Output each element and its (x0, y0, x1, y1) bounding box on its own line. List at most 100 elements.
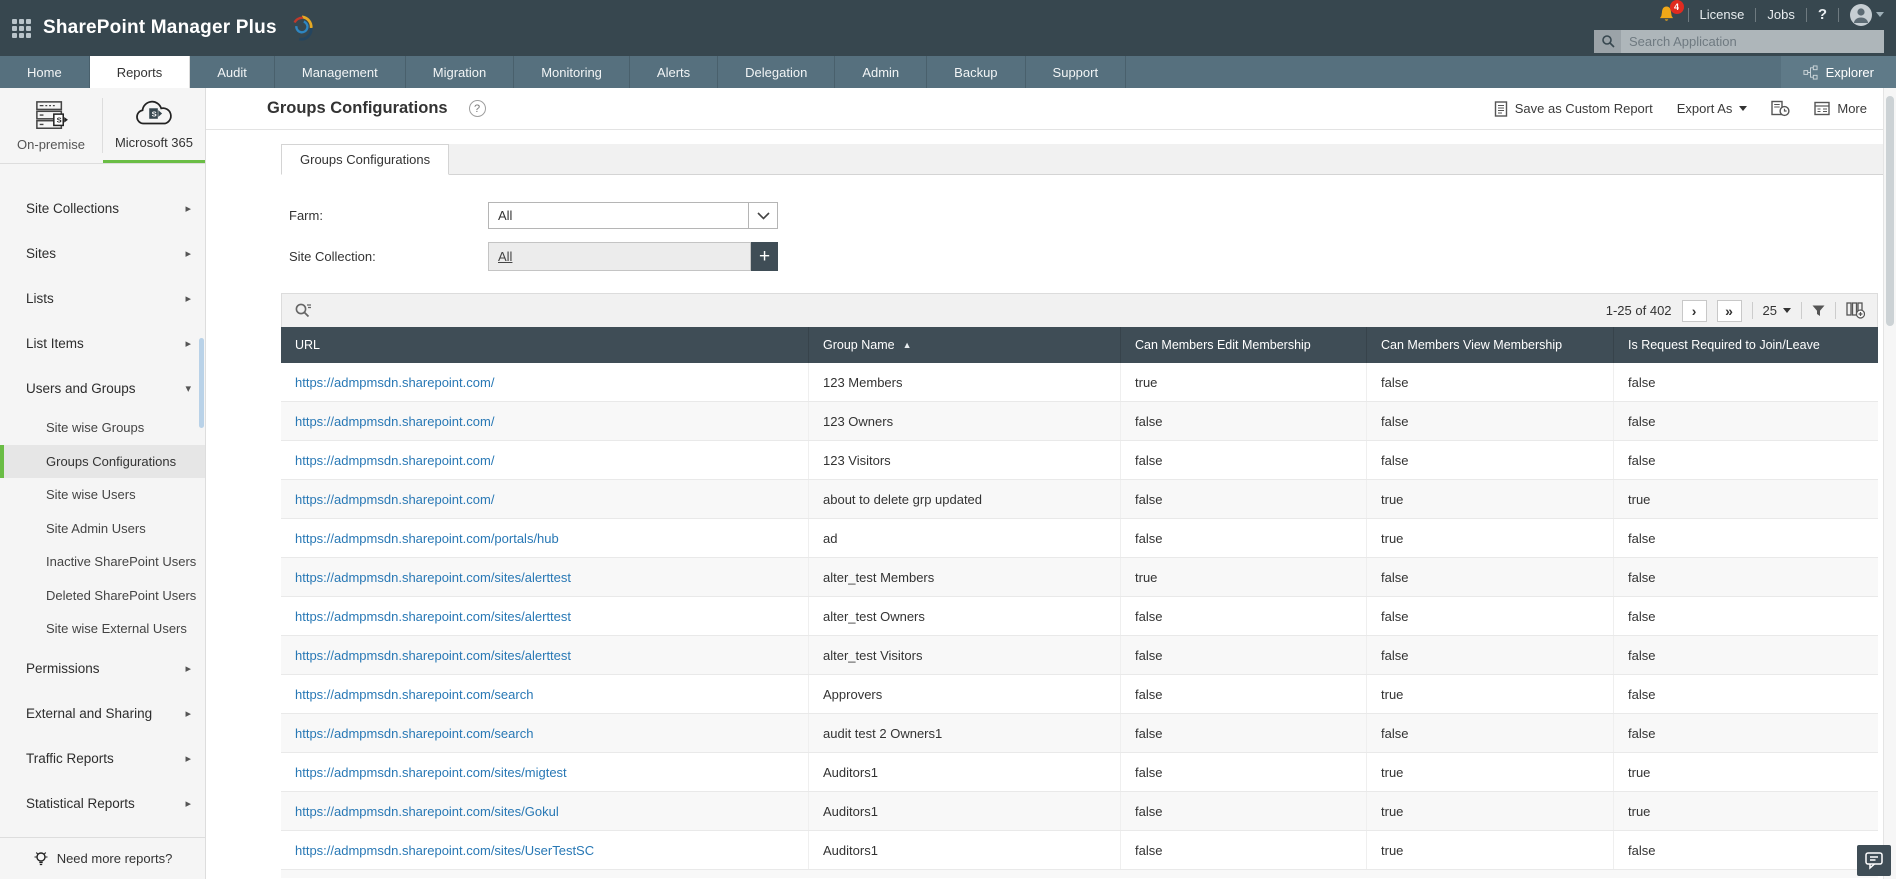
url-cell: https://admpmsdn.sharepoint.com/ (281, 441, 808, 479)
url-link[interactable]: https://admpmsdn.sharepoint.com/sites/mi… (295, 765, 567, 780)
url-link[interactable]: https://admpmsdn.sharepoint.com/portals/… (295, 531, 559, 546)
chat-bubble-icon (1865, 852, 1883, 870)
sidebar-item-statistical-reports[interactable]: Statistical Reports ▸ (0, 781, 205, 826)
column-header-can-members-edit-membership[interactable]: Can Members Edit Membership (1120, 327, 1366, 363)
url-link[interactable]: https://admpmsdn.sharepoint.com/sites/al… (295, 648, 571, 663)
env-microsoft-365[interactable]: S Microsoft 365 (103, 88, 205, 163)
url-link[interactable]: https://admpmsdn.sharepoint.com/ (295, 453, 494, 468)
sidebar-item-external-and-sharing[interactable]: External and Sharing ▸ (0, 691, 205, 736)
help-link[interactable]: ? (1818, 6, 1827, 23)
sidebar-scrollbar[interactable] (199, 338, 204, 428)
tab-audit[interactable]: Audit (190, 56, 275, 88)
group-name-cell: alter_test Members (808, 558, 1120, 596)
user-menu[interactable] (1850, 3, 1884, 26)
page-size-select[interactable]: 25 (1763, 303, 1791, 318)
save-as-custom-report-button[interactable]: Save as Custom Report (1494, 100, 1653, 117)
sidebar-subitem-inactive-sharepoint-users[interactable]: Inactive SharePoint Users (0, 545, 205, 579)
tab-backup[interactable]: Backup (927, 56, 1026, 88)
tab-delegation[interactable]: Delegation (718, 56, 836, 88)
need-more-reports-button[interactable]: Need more reports? (0, 837, 205, 879)
last-page-button[interactable]: » (1716, 299, 1742, 322)
url-link[interactable]: https://admpmsdn.sharepoint.com/ (295, 414, 494, 429)
pagination-range: 1-25 of 402 (1605, 303, 1672, 318)
sidebar-subitem-groups-configurations[interactable]: Groups Configurations (0, 444, 205, 478)
jobs-link[interactable]: Jobs (1767, 7, 1794, 22)
group-name-cell: audit test 2 Owners1 (808, 714, 1120, 752)
sidebar-item-sites[interactable]: Sites ▸ (0, 231, 205, 276)
more-button[interactable]: More (1814, 101, 1867, 116)
url-link[interactable]: https://admpmsdn.sharepoint.com/sites/al… (295, 570, 571, 585)
report-help-icon[interactable]: ? (468, 100, 486, 117)
explorer-button[interactable]: Explorer (1780, 56, 1896, 88)
site-collection-field: All (488, 242, 751, 271)
sidebar-subitem-site-wise-groups[interactable]: Site wise Groups (0, 411, 205, 445)
column-header-url[interactable]: URL (281, 327, 808, 363)
sidebar-item-label: Statistical Reports (26, 795, 135, 811)
avatar-icon (1850, 3, 1872, 26)
main-content: Groups Configurations ? Save as Custom R… (206, 88, 1883, 879)
main-scrollbar-thumb[interactable] (1886, 96, 1894, 326)
sidebar-item-users-and-groups[interactable]: Users and Groups ▾ (0, 366, 205, 411)
request-join-cell: false (1613, 636, 1878, 674)
search-input[interactable] (1621, 29, 1884, 53)
sidebar-item-permissions[interactable]: Permissions ▸ (0, 646, 205, 691)
table-row: https://admpmsdn.sharepoint.com/portals/… (281, 519, 1878, 558)
tab-reports[interactable]: Reports (89, 56, 191, 88)
edit-membership-cell: false (1120, 675, 1366, 713)
env-on-premise[interactable]: S On-premise (0, 88, 102, 163)
edit-membership-cell: false (1120, 402, 1366, 440)
sort-asc-icon: ▲ (902, 340, 912, 350)
tab-management[interactable]: Management (275, 56, 406, 88)
filter-funnel-icon[interactable] (1812, 305, 1825, 317)
app-logo-text: SharePoint Manager Plus (43, 17, 277, 38)
site-collection-value-link[interactable]: All (498, 249, 512, 264)
license-link[interactable]: License (1700, 7, 1745, 22)
url-link[interactable]: https://admpmsdn.sharepoint.com/search (295, 726, 533, 741)
table-row: https://admpmsdn.sharepoint.com/123 Visi… (281, 441, 1878, 480)
url-link[interactable]: https://admpmsdn.sharepoint.com/search (295, 687, 533, 702)
main-scrollbar[interactable] (1883, 88, 1896, 879)
sidebar-item-traffic-reports[interactable]: Traffic Reports ▸ (0, 736, 205, 781)
tab-admin[interactable]: Admin (835, 56, 928, 88)
divider (1755, 7, 1757, 22)
feedback-chat-button[interactable] (1857, 845, 1891, 876)
schedule-report-button[interactable] (1771, 100, 1790, 117)
column-header-can-members-view-membership[interactable]: Can Members View Membership (1366, 327, 1613, 363)
column-header-group-name[interactable]: Group Name ▲ (808, 327, 1120, 363)
url-link[interactable]: https://admpmsdn.sharepoint.com/ (295, 492, 494, 507)
request-join-cell: false (1613, 519, 1878, 557)
request-join-cell: false (1613, 714, 1878, 752)
sidebar-subitem-site-wise-external-users[interactable]: Site wise External Users (0, 612, 205, 646)
view-membership-cell: true (1366, 675, 1613, 713)
farm-select[interactable]: All (488, 202, 778, 229)
url-link[interactable]: https://admpmsdn.sharepoint.com/sites/Us… (295, 843, 594, 858)
column-header-label: Is Request Required to Join/Leave (1628, 338, 1820, 352)
column-header-is-request-required-to-join-leave[interactable]: Is Request Required to Join/Leave (1613, 327, 1878, 363)
chevron-right-icon: ▸ (185, 338, 191, 350)
sidebar-item-lists[interactable]: Lists ▸ (0, 276, 205, 321)
add-site-collection-button[interactable]: + (751, 242, 778, 271)
sidebar-subitem-site-wise-users[interactable]: Site wise Users (0, 478, 205, 512)
sidebar-subitem-deleted-sharepoint-users[interactable]: Deleted SharePoint Users (0, 579, 205, 613)
search-icon[interactable] (1594, 29, 1621, 53)
tab-migration[interactable]: Migration (406, 56, 515, 88)
url-link[interactable]: https://admpmsdn.sharepoint.com/ (295, 375, 494, 390)
tab-alerts[interactable]: Alerts (630, 56, 719, 88)
column-chooser-icon[interactable] (1846, 302, 1865, 319)
tab-support[interactable]: Support (1026, 56, 1127, 88)
edit-membership-cell: false (1120, 597, 1366, 635)
table-search-icon[interactable] (294, 302, 312, 319)
tab-home[interactable]: Home (0, 56, 90, 88)
view-membership-cell: true (1366, 792, 1613, 830)
sidebar-item-site-collections[interactable]: Site Collections ▸ (0, 186, 205, 231)
url-link[interactable]: https://admpmsdn.sharepoint.com/sites/al… (295, 609, 571, 624)
export-as-button[interactable]: Export As (1677, 101, 1748, 116)
next-page-button[interactable]: › (1681, 299, 1707, 322)
sidebar-item-list-items[interactable]: List Items ▸ (0, 321, 205, 366)
sidebar-subitem-site-admin-users[interactable]: Site Admin Users (0, 512, 205, 546)
notifications-bell-icon[interactable]: 4 (1657, 0, 1684, 25)
tab-monitoring[interactable]: Monitoring (514, 56, 630, 88)
tab-groups-configurations[interactable]: Groups Configurations (281, 144, 450, 175)
url-link[interactable]: https://admpmsdn.sharepoint.com/sites/Go… (295, 804, 559, 819)
app-launcher-icon[interactable] (12, 18, 31, 38)
